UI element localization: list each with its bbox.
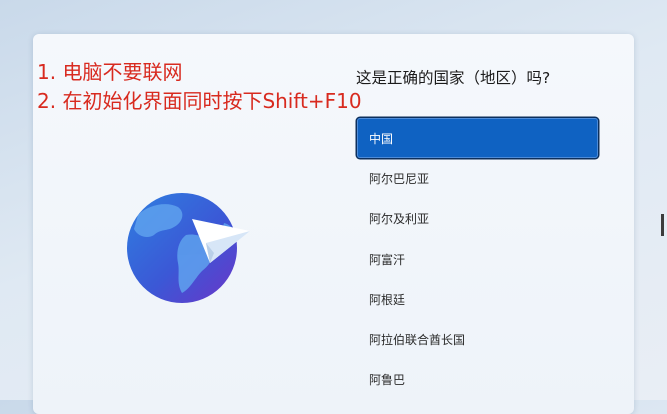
country-list: 中国 阿尔巴尼亚 阿尔及利亚 阿富汗 阿根廷 阿拉伯联合酋长国 阿鲁巴 bbox=[357, 118, 598, 400]
globe-with-paper-plane-icon bbox=[126, 193, 256, 303]
annotation-step-2: 2. 在初始化界面同时按下Shift+F10 bbox=[37, 89, 362, 113]
list-item-label: 中国 bbox=[369, 131, 394, 146]
list-item-label: 阿尔及利亚 bbox=[369, 212, 430, 227]
list-item[interactable]: 阿富汗 bbox=[357, 239, 598, 279]
window-edge-marker bbox=[661, 214, 664, 236]
list-item-label: 阿富汗 bbox=[369, 252, 406, 267]
annotation-step-1: 1. 电脑不要联网 bbox=[37, 60, 183, 84]
list-item[interactable]: 阿尔及利亚 bbox=[357, 199, 598, 239]
page-title: 这是正确的国家（地区）吗? bbox=[356, 69, 551, 87]
list-item[interactable]: 阿根廷 bbox=[357, 279, 598, 319]
list-item-label: 阿根廷 bbox=[369, 292, 406, 307]
list-item[interactable]: 阿鲁巴 bbox=[357, 360, 598, 400]
list-item[interactable]: 阿尔巴尼亚 bbox=[357, 158, 598, 198]
list-item[interactable]: 阿拉伯联合酋长国 bbox=[357, 319, 598, 359]
list-item-selected[interactable]: 中国 bbox=[357, 118, 598, 159]
list-item-label: 阿拉伯联合酋长国 bbox=[369, 333, 466, 348]
list-item-label: 阿鲁巴 bbox=[369, 373, 406, 388]
list-item-label: 阿尔巴尼亚 bbox=[369, 171, 430, 186]
